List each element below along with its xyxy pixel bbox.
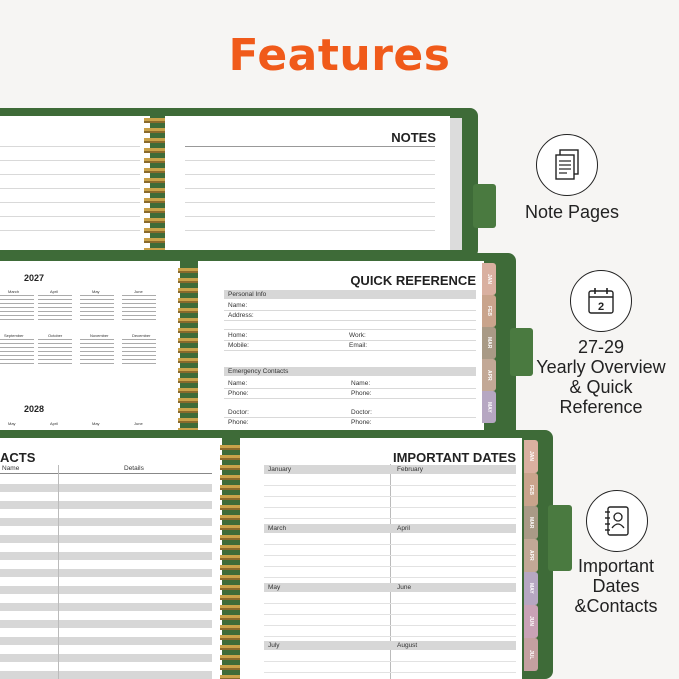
date-rule xyxy=(264,614,516,615)
year-2027: 2027 xyxy=(24,273,45,283)
date-rule xyxy=(264,672,516,673)
dates-right-page: IMPORTANT DATES January February March A… xyxy=(240,438,522,679)
contact-row xyxy=(0,654,212,662)
notes-elastic-strap xyxy=(473,184,496,228)
notes-left-page xyxy=(0,116,150,250)
tab-mar[interactable]: MAR xyxy=(524,506,538,539)
note-pages-label: Note Pages xyxy=(524,202,620,222)
contact-row xyxy=(0,535,212,543)
tab-jan[interactable]: JAN xyxy=(524,440,538,473)
tab-jun[interactable]: JUN xyxy=(524,605,538,638)
dates-heading: IMPORTANT DATES xyxy=(392,450,516,465)
date-rule xyxy=(264,518,516,519)
notes-page-edge xyxy=(450,118,462,250)
tab-jan[interactable]: JAN xyxy=(482,263,496,295)
date-rule xyxy=(264,636,516,637)
tab-mar[interactable]: MAR xyxy=(482,327,496,359)
year-2028: 2028 xyxy=(24,404,45,414)
reference-right-page: QUICK REFERENCE Personal Info Name: Addr… xyxy=(198,261,484,431)
tab-may[interactable]: MAY xyxy=(482,391,496,423)
date-rule xyxy=(264,603,516,604)
date-rule xyxy=(264,566,516,567)
notes-spiral xyxy=(144,118,166,250)
contact-row xyxy=(0,569,212,577)
svg-text:2: 2 xyxy=(598,301,604,313)
contact-row xyxy=(0,637,212,645)
contact-row xyxy=(0,586,212,594)
page-title: Features xyxy=(228,30,451,81)
contacts-book-icon xyxy=(586,490,648,552)
contact-row xyxy=(0,552,212,560)
tab-apr[interactable]: APR xyxy=(524,539,538,572)
tab-feb[interactable]: FEB xyxy=(482,295,496,327)
contacts-heading: ACTS xyxy=(0,450,36,465)
date-rule xyxy=(264,625,516,626)
tab-apr[interactable]: APR xyxy=(482,359,496,391)
date-rule xyxy=(264,544,516,545)
tab-may[interactable]: MAY xyxy=(524,572,538,605)
reference-month-tabs: JAN FEB MAR APR MAY xyxy=(482,263,496,423)
date-rule xyxy=(264,507,516,508)
date-rule xyxy=(264,555,516,556)
yearly-overview-label: 27-29 Yearly Overview & Quick Reference xyxy=(536,337,666,417)
contact-row xyxy=(0,620,212,628)
date-rule xyxy=(264,577,516,578)
notes-heading: NOTES xyxy=(391,130,436,145)
notes-right-page: NOTES xyxy=(165,116,450,250)
contact-row xyxy=(0,671,212,679)
contacts-left-page: ACTS Name Details xyxy=(0,438,222,679)
reference-spiral xyxy=(178,268,200,430)
tab-feb[interactable]: FEB xyxy=(524,473,538,506)
date-rule xyxy=(264,485,516,486)
calendar-icon: 2 xyxy=(570,270,632,332)
reference-left-page: 2027 March April May June September Octo… xyxy=(0,261,180,431)
important-dates-label: Important Dates &Contacts xyxy=(574,556,658,616)
tab-jul[interactable]: JUL xyxy=(524,638,538,671)
date-rule xyxy=(264,661,516,662)
date-rule xyxy=(264,496,516,497)
dates-spiral xyxy=(220,445,242,679)
contact-row xyxy=(0,501,212,509)
note-pages-icon xyxy=(536,134,598,196)
reference-heading: QUICK REFERENCE xyxy=(350,273,476,288)
contact-row xyxy=(0,484,212,492)
dates-month-tabs: JAN FEB MAR APR MAY JUN JUL xyxy=(524,440,538,671)
contact-row xyxy=(0,603,212,611)
contact-row xyxy=(0,518,212,526)
